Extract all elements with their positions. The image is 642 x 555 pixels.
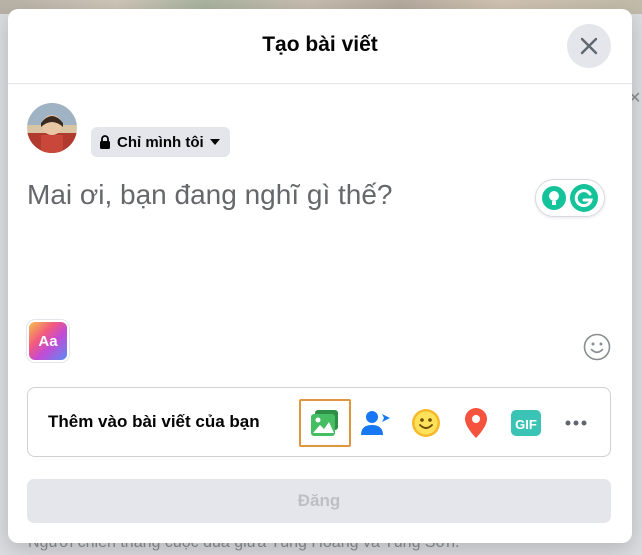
gif-label: GIF [515, 417, 537, 432]
text-background-button[interactable]: Aa [27, 320, 69, 362]
text-background-label: Aa [38, 332, 58, 350]
feeling-activity-button[interactable] [404, 402, 448, 444]
grammarly-icon [570, 184, 598, 212]
privacy-selector[interactable]: Chỉ mình tôi [91, 127, 230, 157]
gif-button[interactable]: GIF [504, 402, 548, 444]
tag-people-icon [361, 411, 390, 435]
caret-down-icon [209, 139, 220, 145]
add-to-post-label: Thêm vào bài viết của bạn [48, 412, 260, 431]
more-icon [565, 420, 587, 426]
gif-icon: GIF [511, 410, 541, 436]
emoji-smile-icon [583, 333, 611, 361]
avatar[interactable] [27, 103, 77, 153]
emoji-button[interactable] [582, 332, 612, 362]
more-options-button[interactable] [554, 402, 598, 444]
grammarly-widget[interactable] [535, 179, 605, 217]
privacy-label: Chỉ mình tôi [117, 133, 204, 151]
feeling-icon [412, 409, 440, 437]
check-in-icon [465, 408, 487, 438]
lock-icon [100, 135, 110, 149]
dialog-title: Tạo bài viết [262, 33, 378, 56]
photo-video-icon [311, 410, 338, 436]
close-button[interactable] [567, 24, 611, 68]
tag-people-button[interactable] [354, 402, 398, 444]
add-to-post-bar: Thêm vào bài viết của bạn GIF [27, 387, 611, 457]
check-in-button[interactable] [454, 402, 498, 444]
create-post-dialog: Tạo bài viết Chỉ mình tôi Mai ơi, bạn đa… [8, 9, 632, 543]
avatar-photo-icon [27, 103, 77, 153]
dialog-header: Tạo bài viết [8, 9, 632, 84]
lightbulb-icon [542, 186, 566, 210]
close-icon [580, 37, 598, 55]
post-button[interactable]: Đăng [27, 479, 611, 523]
post-composer-input[interactable]: Mai ơi, bạn đang nghĩ gì thế? [27, 179, 393, 211]
photo-video-button[interactable] [299, 399, 351, 447]
